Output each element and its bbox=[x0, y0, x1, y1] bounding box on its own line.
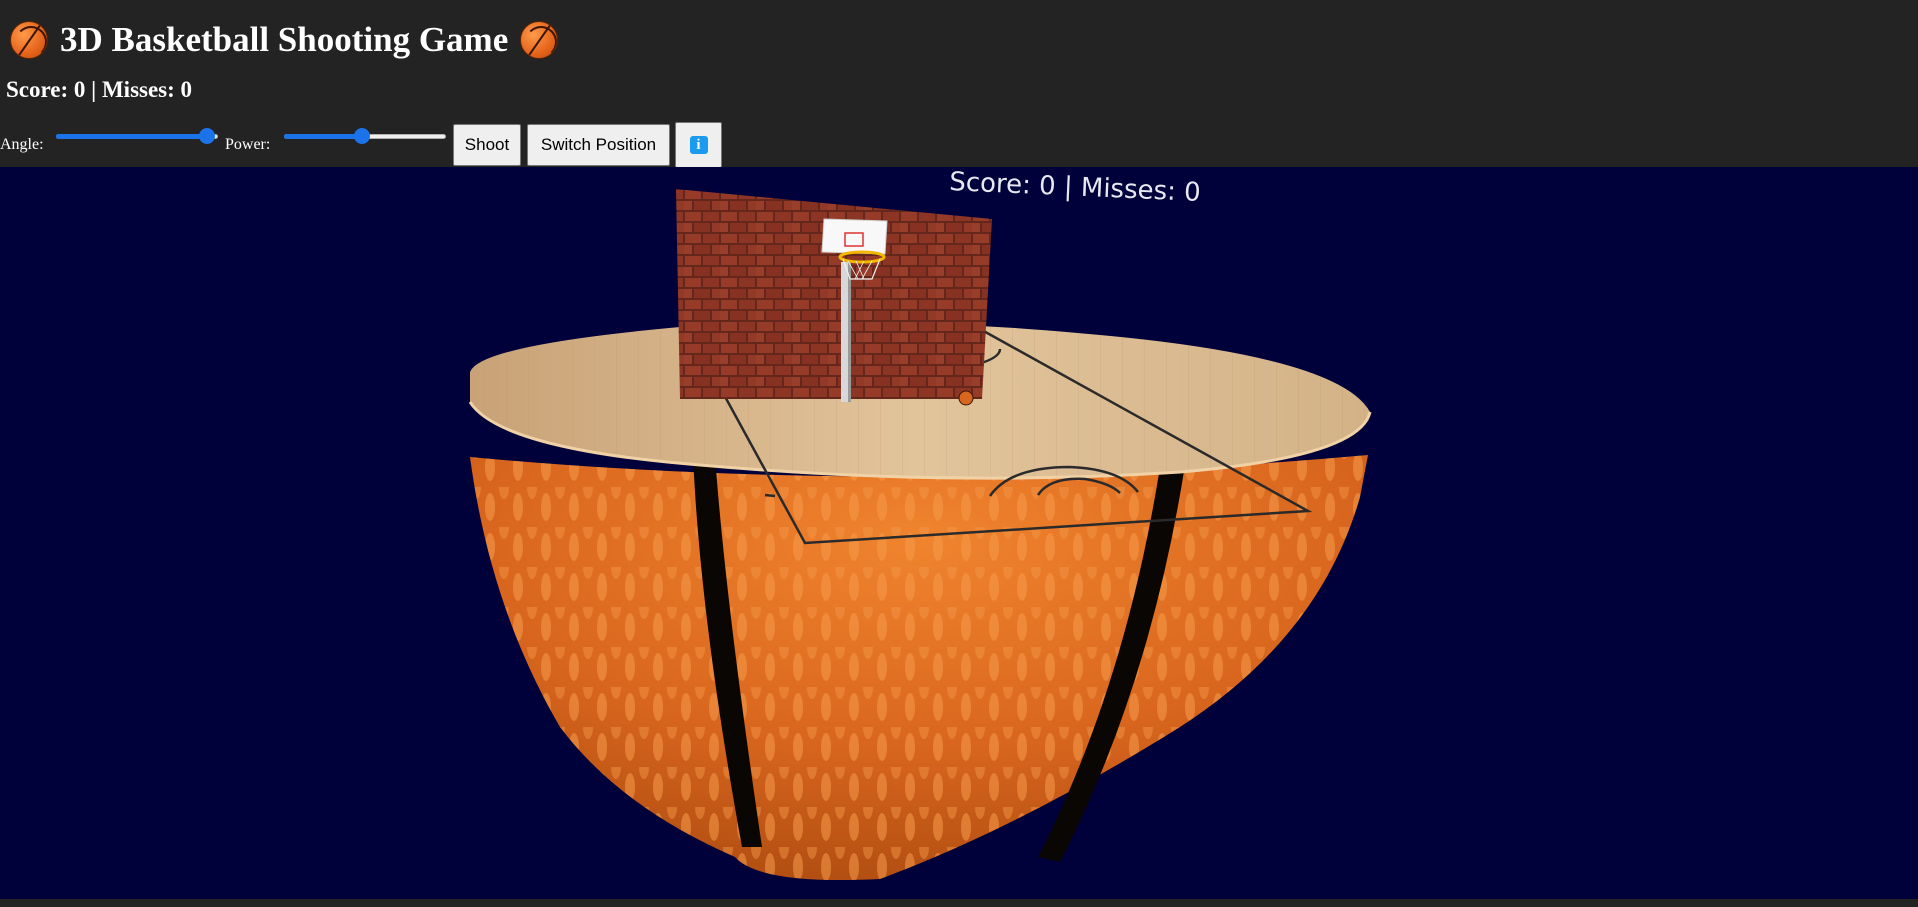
info-button[interactable]: i bbox=[675, 122, 722, 168]
game-ball bbox=[958, 390, 974, 406]
score-display: Score: 0 | Misses: 0 bbox=[6, 77, 193, 102]
angle-label: Angle: bbox=[0, 136, 44, 153]
game-scene bbox=[468, 189, 1372, 881]
info-icon: i bbox=[689, 136, 708, 154]
controls-bar: Angle: Power: Shoot Switch Position i bbox=[0, 120, 740, 168]
power-slider-thumb[interactable] bbox=[353, 128, 370, 144]
angle-slider-thumb[interactable] bbox=[198, 128, 215, 144]
title-text: 3D Basketball Shooting Game bbox=[60, 20, 509, 59]
basketball-icon bbox=[520, 21, 559, 59]
game-canvas[interactable]: Score: 0 | Misses: 0 bbox=[0, 167, 1918, 899]
backboard bbox=[821, 218, 888, 255]
basketball-base bbox=[470, 455, 1368, 881]
power-label: Power: bbox=[225, 136, 271, 153]
bottom-bar bbox=[0, 899, 1918, 907]
power-slider[interactable] bbox=[284, 128, 446, 144]
basketball-icon bbox=[10, 21, 48, 59]
page-title: 3D Basketball Shooting Game bbox=[10, 20, 559, 60]
angle-slider[interactable] bbox=[56, 128, 218, 144]
switch-position-button[interactable]: Switch Position bbox=[527, 124, 670, 166]
header-bar: 3D Basketball Shooting Game Score: 0 | M… bbox=[0, 0, 1918, 168]
shoot-button[interactable]: Shoot bbox=[453, 124, 521, 166]
